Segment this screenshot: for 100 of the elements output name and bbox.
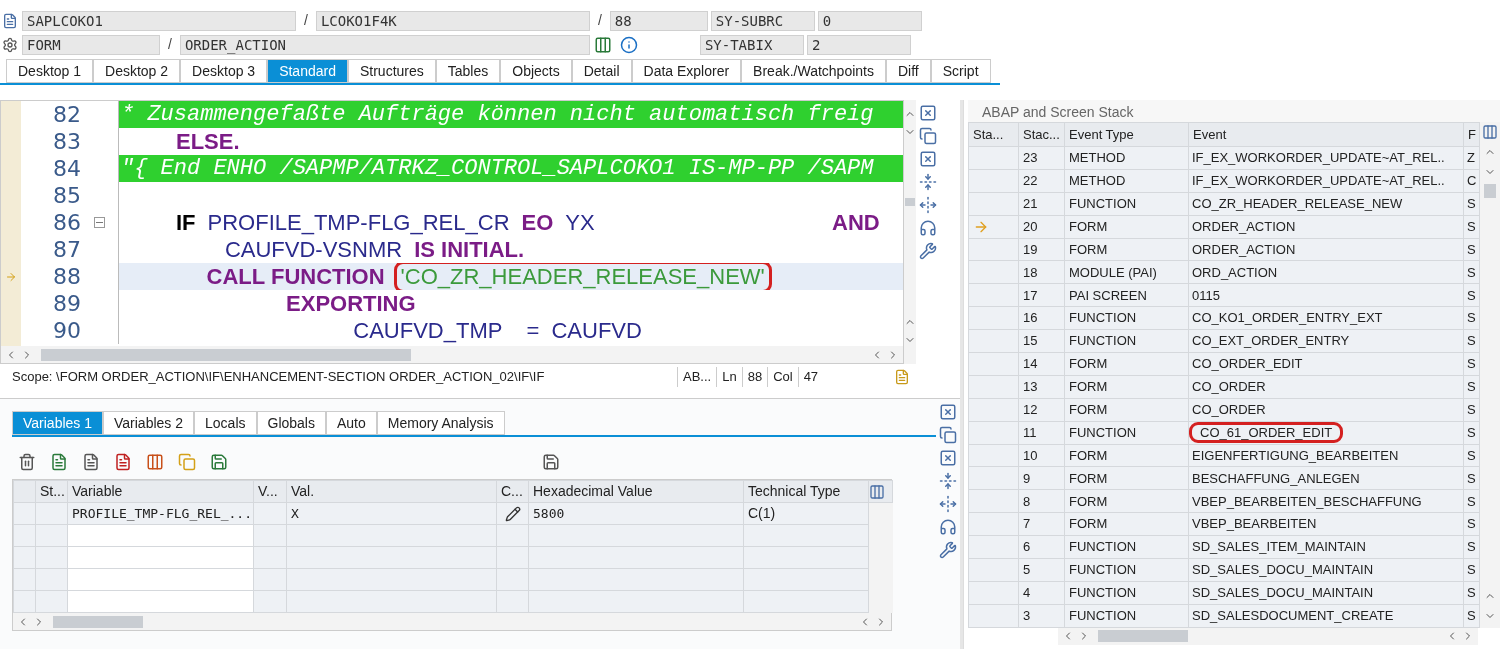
wrench-icon[interactable] — [919, 242, 937, 260]
tab[interactable]: Desktop 1 — [6, 59, 94, 83]
expand-vertical-icon[interactable] — [919, 173, 937, 191]
system-field-value[interactable]: 0 — [817, 10, 922, 31]
close-icon[interactable] — [919, 104, 937, 122]
document-icon[interactable] — [82, 453, 100, 471]
code-editor[interactable] — [1, 101, 903, 346]
line-number: 83 — [52, 128, 81, 156]
tab[interactable]: Variables 1 — [12, 411, 103, 435]
copy-icon[interactable] — [178, 453, 196, 471]
tab[interactable]: Script — [930, 59, 991, 83]
column-header[interactable]: Val. — [286, 480, 497, 503]
program-field[interactable]: SAPLCOKO1 — [22, 10, 296, 31]
column-header[interactable]: Stac... — [1018, 122, 1065, 147]
column-header[interactable]: Event — [1188, 122, 1464, 147]
tab[interactable]: Standard — [267, 59, 348, 83]
expand-vertical-icon[interactable] — [939, 472, 957, 490]
column-header[interactable]: C... — [496, 480, 529, 503]
tab[interactable]: Locals — [194, 411, 257, 435]
document-icon[interactable] — [114, 453, 132, 471]
info-icon[interactable] — [619, 35, 638, 54]
tab[interactable]: Structures — [347, 59, 436, 83]
save-icon[interactable] — [210, 453, 228, 471]
tab[interactable]: Memory Analysis — [376, 411, 505, 435]
tab[interactable]: Data Explorer — [631, 59, 742, 83]
tab[interactable]: Desktop 2 — [93, 59, 181, 83]
column-header[interactable]: Hexadecimal Value — [528, 480, 744, 503]
column-header[interactable]: St... — [35, 480, 68, 503]
line-number: 82 — [52, 101, 81, 129]
note-icon[interactable] — [894, 369, 910, 385]
save-icon[interactable] — [542, 453, 560, 471]
table-icon[interactable] — [593, 35, 612, 54]
table-cell: METHOD — [1064, 146, 1189, 170]
close-icon[interactable] — [939, 449, 957, 467]
table-cell: FUNCTION — [1064, 306, 1189, 330]
include-field[interactable]: LCOKO1F4K — [315, 10, 590, 31]
copy-icon[interactable] — [919, 127, 937, 145]
tab[interactable]: Variables 2 — [103, 411, 195, 435]
table-cell: ORDER_ACTION — [1192, 241, 1296, 257]
event-field[interactable]: ORDER_ACTION — [179, 34, 590, 55]
system-field-name[interactable]: SY-SUBRC — [710, 10, 815, 31]
tab[interactable]: Tables — [435, 59, 501, 83]
trash-icon[interactable] — [18, 453, 36, 471]
table-cell: ORDER_ACTION — [1192, 218, 1296, 234]
horizontal-scrollbar[interactable] — [1, 346, 903, 363]
table-cell: CO_ZR_HEADER_RELEASE_NEW — [1192, 195, 1403, 211]
column-header[interactable]: V... — [253, 480, 287, 503]
close-icon[interactable] — [919, 150, 937, 168]
column-header[interactable]: Variable — [67, 480, 254, 503]
expand-horizontal-icon[interactable] — [919, 196, 937, 214]
scroll-thumb[interactable] — [41, 348, 411, 361]
table-cell: S — [1463, 558, 1480, 582]
system-field-value[interactable]: 2 — [806, 34, 911, 55]
wrench-icon[interactable] — [939, 541, 957, 559]
headset-icon[interactable] — [919, 219, 937, 237]
scroll-thumb[interactable] — [53, 615, 143, 628]
line-number: 87 — [52, 236, 81, 264]
tab[interactable]: Detail — [571, 59, 632, 83]
table-cell: VBEP_BEARBEITEN — [1192, 516, 1317, 532]
table-cell: FUNCTION — [1064, 558, 1189, 582]
tab[interactable]: Desktop 3 — [180, 59, 268, 83]
system-field-name[interactable]: SY-TABIX — [699, 34, 804, 55]
column-header[interactable]: Technical Type — [743, 480, 869, 503]
copy-icon[interactable] — [939, 426, 957, 444]
tab[interactable]: Break./Watchpoints — [741, 59, 886, 83]
line-field[interactable]: 88 — [609, 10, 708, 31]
headset-icon[interactable] — [939, 518, 957, 536]
status-text: AB... — [677, 367, 717, 387]
fold-toggle-icon[interactable] — [94, 217, 105, 228]
column-settings-icon[interactable] — [1482, 124, 1498, 140]
column-header[interactable]: Sta... — [968, 122, 1019, 147]
columns-icon[interactable] — [146, 453, 164, 471]
tab[interactable]: Globals — [256, 411, 326, 435]
event-type-field[interactable]: FORM — [22, 34, 160, 55]
code-token: EO — [521, 209, 554, 236]
tab[interactable]: Objects — [500, 59, 572, 83]
scroll-thumb[interactable] — [1484, 184, 1496, 198]
table-cell: 22 — [1018, 169, 1065, 193]
document-icon[interactable] — [50, 453, 68, 471]
document-icon — [2, 12, 18, 29]
table-cell: S — [1463, 466, 1480, 490]
scroll-thumb[interactable] — [1098, 630, 1188, 643]
pencil-icon[interactable] — [504, 506, 521, 523]
expand-horizontal-icon[interactable] — [939, 495, 957, 513]
table-cell: S — [1463, 215, 1480, 239]
table-cell: CO_KO1_ORDER_ENTRY_EXT — [1192, 310, 1383, 326]
table-cell: S — [1463, 444, 1480, 467]
code-comment: * Zusammengefaßte Aufträge können nicht automatisch freig — [121, 101, 874, 128]
scope-text: Scope: \FORM ORDER_ACTION\IF\ENHANCEMENT-SECTION ORDER_ACTION_02\IF\IF — [12, 368, 546, 387]
code-token: = — [525, 317, 540, 344]
horizontal-scrollbar[interactable] — [13, 613, 891, 630]
tab[interactable]: Auto — [325, 411, 377, 435]
column-settings-icon[interactable] — [869, 483, 885, 500]
close-icon[interactable] — [939, 403, 957, 421]
column-header[interactable]: Event Type — [1064, 122, 1189, 147]
table-cell: 17 — [1018, 283, 1065, 307]
column-header[interactable]: F — [1463, 122, 1480, 147]
table-cell: 21 — [1018, 192, 1065, 216]
tab[interactable]: Diff — [886, 59, 931, 83]
scroll-thumb[interactable] — [905, 198, 915, 206]
